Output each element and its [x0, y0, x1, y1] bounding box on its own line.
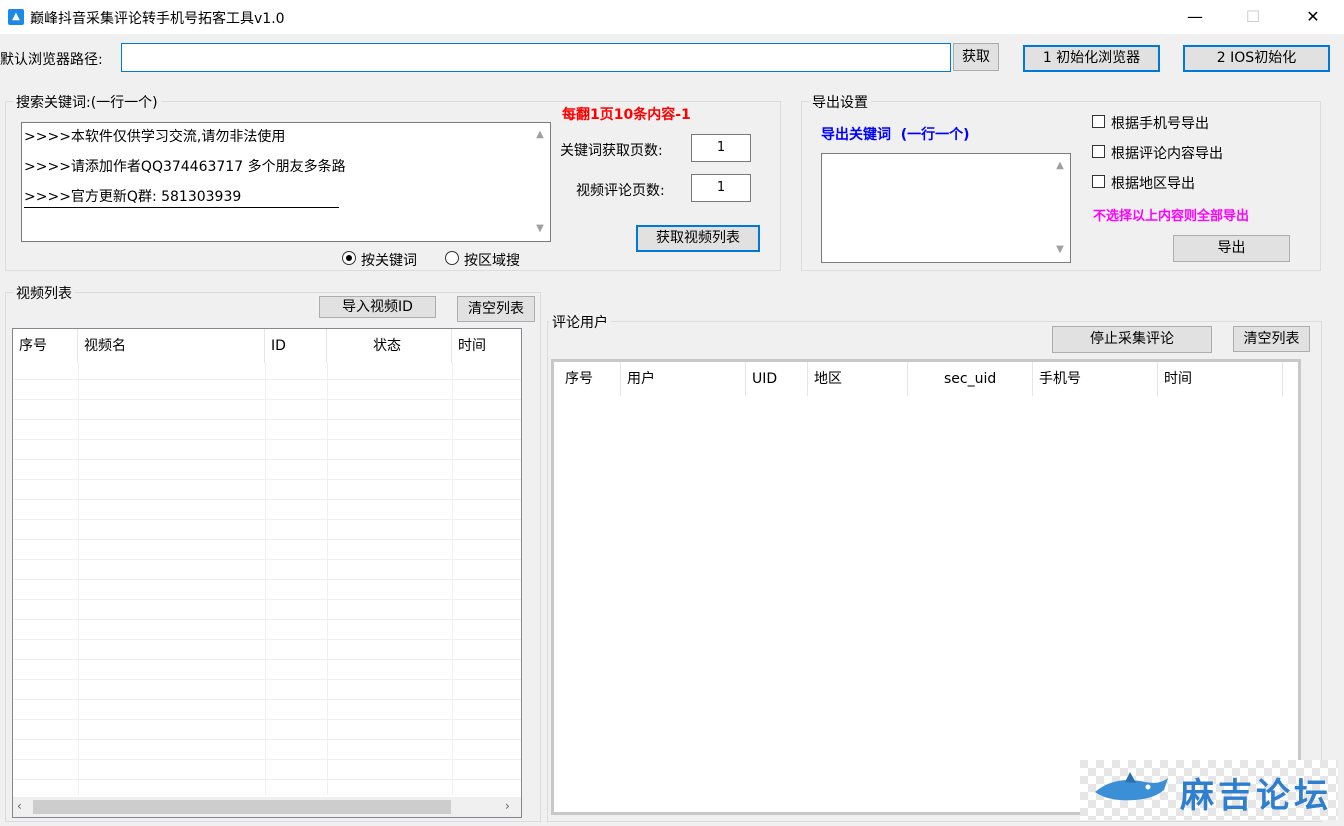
grid-line — [13, 479, 521, 480]
column-header[interactable]: 序号 — [13, 329, 78, 363]
search-group-title: 搜索关键词:(一行一个) — [13, 92, 161, 112]
comment-users-table[interactable]: 序号 用户 UID 地区 sec_uid 手机号 时间 — [551, 359, 1301, 815]
grid-line — [78, 363, 79, 795]
column-header[interactable]: 时间 — [452, 329, 521, 363]
column-header[interactable]: sec_uid — [908, 362, 1033, 396]
column-header[interactable]: 序号 — [559, 362, 621, 396]
keyword-line: >>>>请添加作者QQ374463717 多个朋友多条路 — [24, 159, 346, 175]
export-keyword-label: 导出关键词 (一行一个) — [821, 127, 970, 143]
get-video-list-button[interactable]: 获取视频列表 — [636, 225, 760, 252]
column-header[interactable]: 状态 — [327, 329, 452, 363]
grid-line — [13, 619, 521, 620]
video-list-table[interactable]: 序号 视频名 ID 状态 时间 ‹ › — [12, 328, 522, 818]
grid-line — [13, 779, 521, 780]
export-by-phone-label: 根据手机号导出 — [1111, 116, 1209, 132]
grid-line — [13, 459, 521, 460]
grid-line — [13, 699, 521, 700]
app-icon: ▲ — [8, 9, 24, 25]
scroll-right-icon[interactable]: › — [505, 799, 510, 813]
grid-line — [13, 379, 521, 380]
column-header[interactable]: 用户 — [621, 362, 746, 396]
grid-line — [327, 363, 328, 795]
import-video-id-button[interactable]: 导入视频ID — [319, 296, 436, 318]
radio-region-label: 按区域搜 — [464, 253, 520, 269]
keyword-pages-label: 关键词获取页数: — [560, 143, 663, 159]
grid-line — [13, 599, 521, 600]
clear-video-list-button[interactable]: 清空列表 — [457, 296, 535, 322]
grid-line — [13, 719, 521, 720]
export-group-title: 导出设置 — [809, 92, 871, 112]
minimize-button[interactable]: — — [1172, 0, 1218, 34]
grid-line — [13, 439, 521, 440]
grid-line — [13, 679, 521, 680]
browser-path-label: 默认浏览器路径: — [0, 52, 103, 68]
shark-icon — [1090, 770, 1170, 810]
column-header[interactable]: 手机号 — [1033, 362, 1158, 396]
grid-line — [13, 419, 521, 420]
get-path-button[interactable]: 获取 — [953, 43, 999, 71]
grid-line — [13, 559, 521, 560]
window-title: 巅峰抖音采集评论转手机号拓客工具v1.0 — [30, 11, 285, 27]
comment-pages-label: 视频评论页数: — [576, 183, 665, 199]
column-header[interactable]: ID — [265, 329, 327, 363]
grid-line — [13, 739, 521, 740]
horizontal-scrollbar[interactable]: ‹ › — [13, 797, 521, 817]
video-list-title: 视频列表 — [13, 283, 75, 303]
export-by-region-label: 根据地区导出 — [1111, 176, 1195, 192]
scroll-down-icon[interactable]: ▼ — [532, 223, 548, 234]
column-header[interactable]: UID — [746, 362, 808, 396]
grid-line — [13, 639, 521, 640]
stop-collect-button[interactable]: 停止采集评论 — [1052, 326, 1212, 353]
scroll-up-icon[interactable]: ▲ — [532, 129, 548, 140]
page-notice: 每翻1页10条内容-1 — [562, 107, 691, 123]
column-header[interactable]: 时间 — [1158, 362, 1283, 396]
grid-line — [13, 399, 521, 400]
keyword-line: >>>>官方更新Q群: 581303939 — [24, 189, 242, 205]
export-button[interactable]: 导出 — [1173, 235, 1290, 262]
grid-line — [13, 659, 521, 660]
radio-keyword[interactable] — [342, 251, 356, 265]
scroll-thumb[interactable] — [33, 800, 451, 814]
comment-users-title: 评论用户 — [549, 312, 611, 332]
close-button[interactable]: ✕ — [1290, 0, 1336, 34]
scroll-down-icon[interactable]: ▼ — [1052, 244, 1068, 255]
ios-init-button[interactable]: 2 IOS初始化 — [1183, 45, 1330, 72]
radio-region[interactable] — [445, 251, 459, 265]
keyword-line: >>>>本软件仅供学习交流,请勿非法使用 — [24, 129, 286, 145]
grid-line — [13, 539, 521, 540]
grid-line — [265, 363, 266, 795]
search-keywords-textarea[interactable]: >>>>本软件仅供学习交流,请勿非法使用 >>>>请添加作者QQ37446371… — [21, 122, 551, 242]
keyword-pages-input[interactable]: 1 — [691, 134, 751, 162]
export-hint: 不选择以上内容则全部导出 — [1093, 209, 1250, 224]
radio-keyword-label: 按关键词 — [361, 253, 417, 269]
comment-pages-input[interactable]: 1 — [691, 174, 751, 202]
text-cursor-line — [24, 207, 339, 208]
scroll-up-icon[interactable]: ▲ — [1052, 160, 1068, 171]
export-by-phone-checkbox[interactable] — [1092, 115, 1105, 128]
column-header[interactable]: 视频名 — [78, 329, 265, 363]
browser-path-input[interactable] — [121, 43, 951, 72]
grid-line — [13, 579, 521, 580]
export-by-region-checkbox[interactable] — [1092, 175, 1105, 188]
grid-line — [452, 363, 453, 795]
export-by-comment-label: 根据评论内容导出 — [1111, 146, 1223, 162]
watermark-text: 麻吉论坛 — [1180, 776, 1332, 816]
grid-line — [13, 759, 521, 760]
init-browser-button[interactable]: 1 初始化浏览器 — [1023, 45, 1160, 72]
grid-line — [13, 519, 521, 520]
watermark-logo: 麻吉论坛 — [1080, 760, 1338, 820]
export-by-comment-checkbox[interactable] — [1092, 145, 1105, 158]
clear-comment-list-button[interactable]: 清空列表 — [1233, 326, 1310, 352]
column-header[interactable]: 地区 — [808, 362, 908, 396]
scroll-left-icon[interactable]: ‹ — [17, 799, 22, 813]
maximize-button[interactable]: ☐ — [1230, 0, 1276, 34]
export-keywords-textarea[interactable]: ▲ ▼ — [821, 153, 1071, 263]
grid-line — [13, 499, 521, 500]
